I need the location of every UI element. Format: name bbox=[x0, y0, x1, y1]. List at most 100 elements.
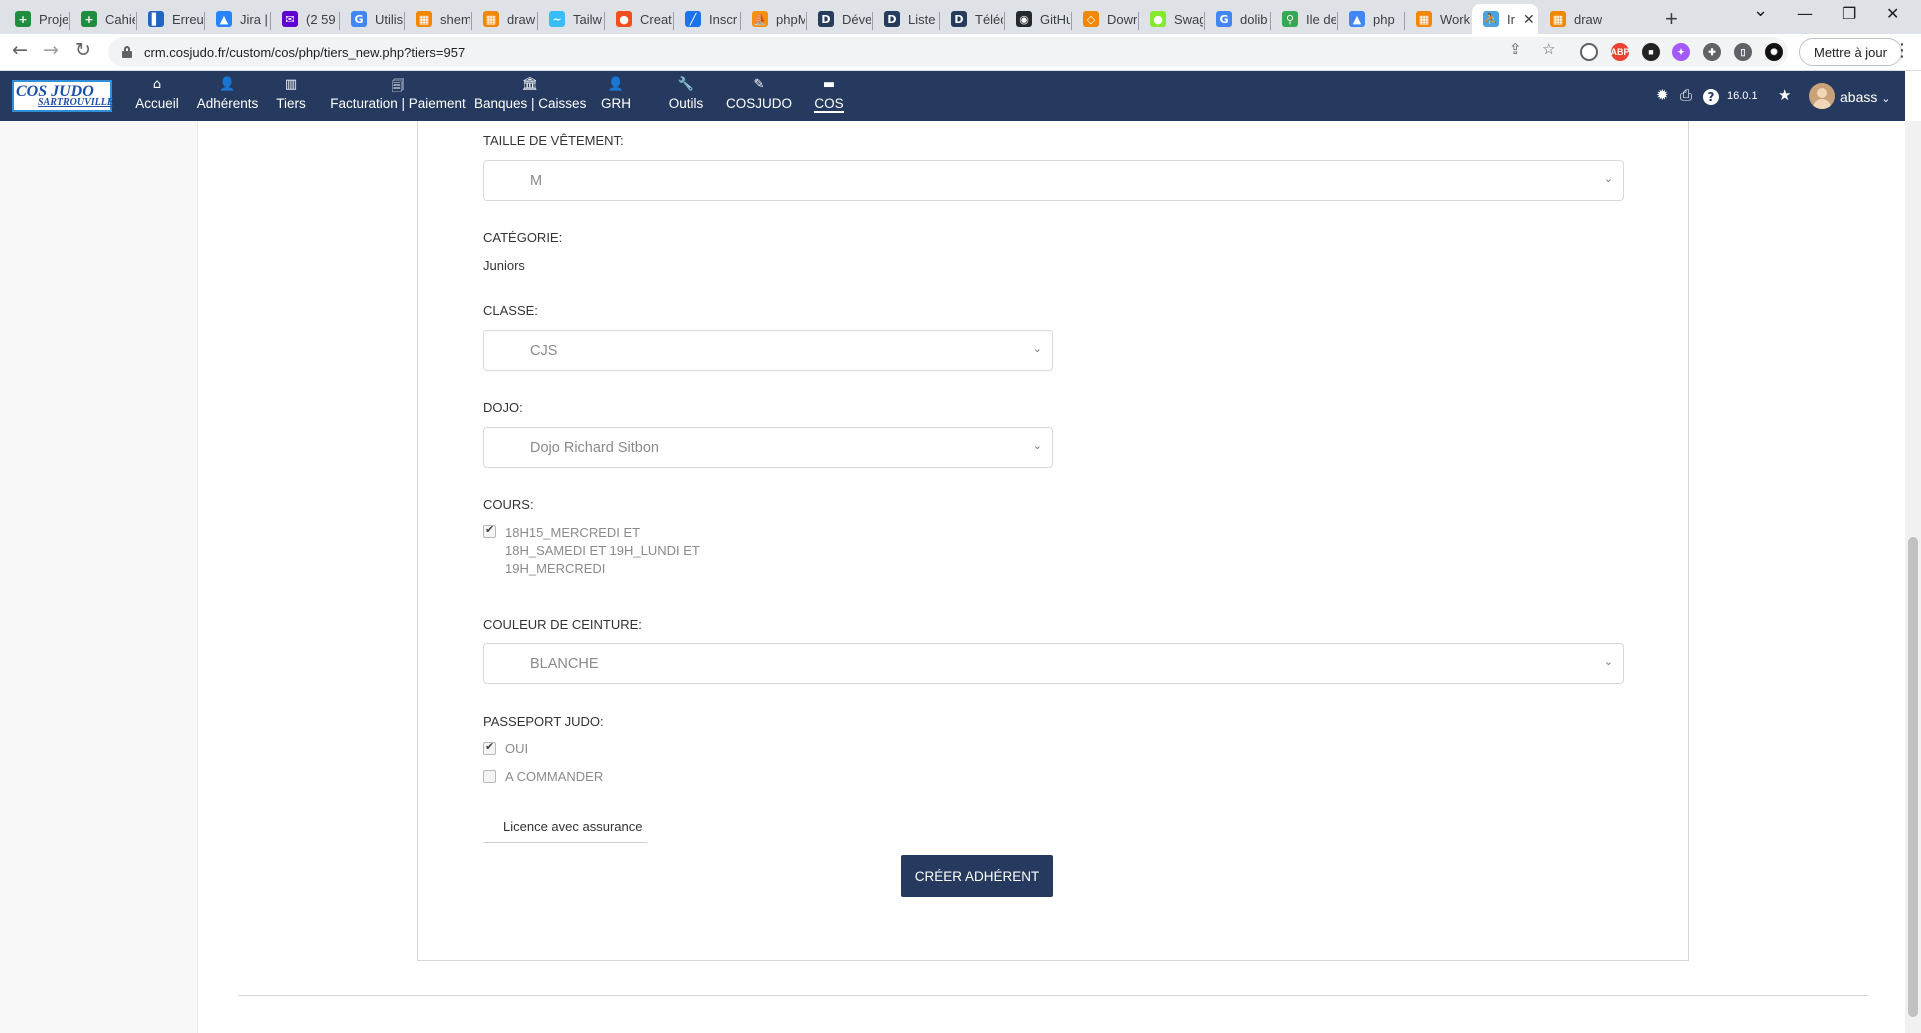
tab-search-icon[interactable]: ⌄ bbox=[1753, 0, 1768, 21]
passeport-commander-label[interactable]: A COMMANDER bbox=[505, 768, 603, 786]
close-tab-icon[interactable]: ✕ bbox=[1523, 11, 1535, 28]
browser-tab[interactable]: ● Creat bbox=[605, 4, 672, 34]
categorie-label: CATÉGORIE: bbox=[483, 230, 563, 245]
browser-tab[interactable]: D Téléc bbox=[940, 4, 1003, 34]
scrollbar-thumb[interactable] bbox=[1908, 537, 1918, 1017]
browser-tab[interactable]: ◉ GitHu bbox=[1005, 4, 1070, 34]
browser-tab[interactable]: Gdolib bbox=[1205, 4, 1269, 34]
menu-item-label: Outils bbox=[668, 96, 704, 111]
browser-tab[interactable]: ▦ shem bbox=[405, 4, 470, 34]
browser-tab[interactable]: + Cahie bbox=[70, 4, 135, 34]
browser-tab[interactable]: D Liste bbox=[873, 4, 938, 34]
update-button[interactable]: Mettre à jour bbox=[1799, 38, 1902, 66]
bookmark-star-icon[interactable]: ☆ bbox=[1542, 40, 1555, 58]
taille-select[interactable]: M ⌄ bbox=[483, 160, 1624, 201]
share-icon[interactable]: ⇪ bbox=[1509, 40, 1522, 58]
browser-tab[interactable]: ▲ php bbox=[1338, 4, 1403, 34]
licence-tab[interactable]: Licence avec assurance bbox=[483, 816, 647, 843]
print-icon[interactable]: ⎙ bbox=[1680, 86, 1692, 104]
new-tab-button[interactable]: + bbox=[1665, 6, 1678, 32]
browser-tab[interactable]: ✉ (2 59 bbox=[271, 4, 338, 34]
extension-purple-icon[interactable]: ✦ bbox=[1672, 43, 1690, 61]
browser-tab[interactable]: ◇ Dowr bbox=[1072, 4, 1137, 34]
passeport-oui-label[interactable]: OUI bbox=[505, 740, 528, 758]
help-icon[interactable]: ? bbox=[1703, 89, 1719, 105]
browser-tab[interactable]: ▦ draw bbox=[472, 4, 536, 34]
tab-favicon-icon: D bbox=[818, 11, 834, 27]
tab-favicon-icon: ✉ bbox=[282, 11, 298, 27]
minimize-button[interactable]: — bbox=[1797, 4, 1813, 23]
passeport-label: PASSEPORT JUDO: bbox=[483, 714, 604, 729]
user-name-text: abass bbox=[1840, 89, 1878, 105]
browser-tab[interactable]: + Proje bbox=[4, 4, 68, 34]
menu-item-cos[interactable]: ▬ COS bbox=[811, 71, 847, 121]
browser-tab[interactable]: ▌ Erreu bbox=[137, 4, 203, 34]
menu-item-adherents[interactable]: 👤 Adhérents bbox=[195, 71, 260, 121]
menu-item-facturation[interactable]: 🗐 Facturation | Paiement bbox=[330, 71, 466, 121]
browser-tab[interactable]: ▲ Jira | bbox=[205, 4, 269, 34]
passeport-oui-checkbox[interactable]: ✔ bbox=[483, 740, 496, 755]
browser-tab[interactable]: ⛹ Ir ✕ bbox=[1472, 4, 1538, 34]
cours-option-label[interactable]: 18H15_MERCREDI ET 18H_SAMEDI ET 19H_LUND… bbox=[505, 524, 700, 578]
tab-title: dolib bbox=[1240, 11, 1268, 27]
menu-item-accueil[interactable]: ⌂ Accueil bbox=[131, 71, 183, 121]
close-window-button[interactable]: ✕ bbox=[1886, 4, 1899, 23]
cours-label: COURS: bbox=[483, 497, 534, 512]
menu-item-banques[interactable]: 🏛 Banques | Caisses bbox=[474, 71, 586, 121]
create-adherent-button[interactable]: CRÉER ADHÉRENT bbox=[901, 855, 1053, 897]
cos-judo-logo[interactable]: COS JUDO SARTROUVILLE bbox=[12, 80, 114, 112]
menu-item-label: Accueil bbox=[135, 96, 179, 111]
tab-favicon-icon: D bbox=[884, 11, 900, 27]
tab-title: Proje bbox=[39, 11, 68, 27]
menu-item-outils[interactable]: 🔧 Outils bbox=[665, 71, 707, 121]
dojo-select[interactable]: Dojo Richard Sitbon ⌄ bbox=[483, 427, 1053, 468]
tab-title: Tailw bbox=[573, 11, 602, 27]
tab-title: shem bbox=[440, 11, 470, 27]
bookmarks-star-icon[interactable]: ★ bbox=[1778, 86, 1791, 104]
page-scrollbar[interactable] bbox=[1905, 121, 1921, 1033]
tab-title: Utilis bbox=[375, 11, 403, 27]
forward-icon[interactable]: → bbox=[43, 39, 59, 61]
browser-tab[interactable]: ⚲ Ile de bbox=[1271, 4, 1336, 34]
extension-black-icon[interactable]: ■ bbox=[1642, 43, 1660, 61]
ceinture-select[interactable]: BLANCHE ⌄ bbox=[483, 643, 1624, 684]
browser-menu-icon[interactable]: ⋮ bbox=[1893, 40, 1911, 61]
browser-tab[interactable]: ▦ Work bbox=[1405, 4, 1470, 34]
reload-icon[interactable]: ↻ bbox=[75, 39, 91, 61]
tab-favicon-icon: + bbox=[15, 11, 31, 27]
cours-checkbox[interactable]: ✔ bbox=[483, 523, 496, 538]
passeport-commander-checkbox[interactable] bbox=[483, 770, 496, 783]
address-bar[interactable]: crm.cosjudo.fr/custom/cos/php/tiers_new.… bbox=[108, 37, 1788, 67]
chevron-down-icon: ⌄ bbox=[1603, 655, 1613, 668]
browser-tab[interactable]: ~ Tailw bbox=[538, 4, 603, 34]
menu-cosjudo-icon: ✎ bbox=[753, 77, 765, 92]
tab-title: Cahie bbox=[105, 11, 135, 27]
menu-item-label: GRH bbox=[601, 96, 631, 111]
browser-tab[interactable]: ● Swag bbox=[1139, 4, 1203, 34]
user-caret-icon: ⌄ bbox=[1881, 92, 1891, 105]
browser-tab[interactable]: ⛵ phpM bbox=[741, 4, 805, 34]
classe-select[interactable]: CJS ⌄ bbox=[483, 330, 1053, 371]
user-name[interactable]: abass ⌄ bbox=[1840, 89, 1890, 105]
back-icon[interactable]: ← bbox=[12, 39, 28, 61]
avatar[interactable] bbox=[1809, 83, 1835, 109]
opera-icon[interactable] bbox=[1580, 43, 1598, 61]
debug-bug-icon[interactable]: ✹ bbox=[1656, 86, 1669, 104]
menu-item-cosjudo[interactable]: ✎ COSJUDO bbox=[724, 71, 794, 121]
logo-line-2: SARTROUVILLE bbox=[38, 97, 114, 108]
url-text[interactable]: crm.cosjudo.fr/custom/cos/php/tiers_new.… bbox=[144, 45, 465, 60]
browser-tab[interactable]: ╱ Inscr bbox=[674, 4, 739, 34]
browser-tab[interactable]: G Utilis bbox=[340, 4, 403, 34]
browser-tab[interactable]: D Déve bbox=[807, 4, 871, 34]
checkmark-icon: ✔ bbox=[485, 740, 495, 753]
puzzle-icon[interactable]: ✚ bbox=[1703, 43, 1721, 61]
restore-button[interactable]: ❐ bbox=[1842, 4, 1856, 23]
sidepanel-icon[interactable]: ▯ bbox=[1734, 43, 1752, 61]
menu-item-tiers[interactable]: ▥ Tiers bbox=[273, 71, 309, 121]
menu-item-grh[interactable]: 👤 GRH bbox=[597, 71, 635, 121]
abp-icon[interactable]: ABP bbox=[1611, 43, 1630, 61]
profile-icon[interactable]: ✺ bbox=[1765, 43, 1783, 61]
browser-tab[interactable]: ▦ draw bbox=[1539, 4, 1603, 34]
tab-title: (2 59 bbox=[306, 11, 336, 27]
lock-icon[interactable] bbox=[122, 46, 132, 58]
